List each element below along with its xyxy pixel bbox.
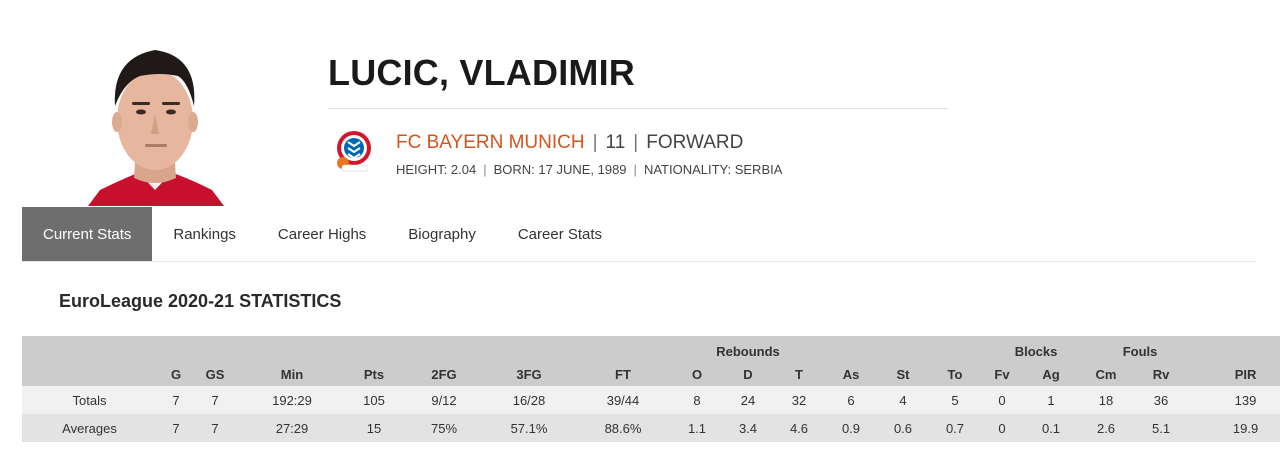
jersey-number: 11	[605, 132, 626, 153]
column-header: GS	[205, 366, 225, 382]
table-cell: 7	[172, 392, 180, 408]
column-header: O	[691, 366, 703, 382]
table-row-totals: Totals 7 7 192:29 105 9/12 16/28 39/44 8…	[22, 386, 1280, 414]
table-cell: 0.6	[893, 420, 913, 436]
table-cell: 27:29	[275, 420, 309, 436]
column-header: As	[842, 366, 860, 382]
column-header: To	[947, 366, 963, 382]
player-position: FORWARD	[646, 132, 744, 153]
column-header: Ag	[1042, 366, 1060, 382]
column-header: Cm	[1095, 366, 1117, 382]
table-cell: 36	[1153, 392, 1169, 408]
table-cell: 7	[211, 420, 219, 436]
table-cell: 18	[1098, 392, 1114, 408]
column-header: D	[743, 366, 753, 382]
table-cell: 1	[1047, 392, 1055, 408]
table-cell: 24	[740, 392, 756, 408]
section-title: EuroLeague 2020-21 STATISTICS	[59, 291, 342, 311]
column-header: St	[896, 366, 910, 382]
table-cell: 8	[693, 392, 701, 408]
club-name-link[interactable]: FC BAYERN MUNICH	[396, 132, 585, 153]
column-header: PIR	[1234, 366, 1257, 382]
table-cell: 0.1	[1041, 420, 1061, 436]
table-cell: 32	[791, 392, 807, 408]
column-header	[22, 362, 157, 386]
group-fouls: Fouls	[1122, 344, 1158, 359]
table-cell: 39/44	[606, 392, 640, 408]
table-cell: 0	[998, 420, 1006, 436]
column-header: T	[795, 366, 803, 382]
name-divider	[328, 108, 948, 109]
separator: |	[592, 132, 598, 153]
player-nationality: NATIONALITY: SERBIA	[643, 162, 783, 177]
team-info-line: FC BAYERN MUNICH | 11 | FORWARD	[396, 132, 743, 154]
table-cell: 139	[1234, 392, 1257, 408]
table-cell: 15	[366, 420, 382, 436]
table-cell: 6	[847, 392, 855, 408]
table-cell: 88.6%	[604, 420, 642, 436]
table-cell: 0.7	[945, 420, 965, 436]
table-cell: 5.1	[1151, 420, 1171, 436]
table-cell: Totals	[72, 392, 107, 408]
player-born: BORN: 17 JUNE, 1989	[493, 162, 627, 177]
separator: |	[633, 132, 639, 153]
table-cell: 7	[211, 392, 219, 408]
table-cell: 16/28	[512, 392, 546, 408]
table-group-header-row: Rebounds Blocks Fouls	[22, 336, 1280, 362]
table-cell: 4.6	[789, 420, 809, 436]
column-header: 3FG	[516, 366, 542, 382]
table-cell: 2.6	[1096, 420, 1116, 436]
tab-career-highs[interactable]: Career Highs	[257, 207, 387, 261]
table-cell: 105	[363, 392, 385, 408]
column-header: Fv	[994, 366, 1010, 382]
table-row-averages: Averages 7 7 27:29 15 75% 57.1% 88.6% 1.…	[22, 414, 1280, 442]
table-cell: 57.1%	[510, 420, 548, 436]
separator: |	[483, 162, 487, 177]
player-name: LUCIC, VLADIMIR	[328, 52, 635, 93]
tab-biography[interactable]: Biography	[387, 207, 497, 261]
player-photo	[80, 40, 230, 206]
table-cell: 4	[899, 392, 907, 408]
tab-career-stats[interactable]: Career Stats	[497, 207, 623, 261]
table-cell: 9/12	[431, 392, 457, 408]
group-rebounds: Rebounds	[716, 344, 780, 359]
table-cell: 7	[172, 420, 180, 436]
column-header: Pts	[363, 366, 385, 382]
stats-table: Rebounds Blocks Fouls G GS Min Pts 2FG 3…	[22, 336, 1280, 442]
player-meta-line: HEIGHT: 2.04 | BORN: 17 JUNE, 1989 | NATIONA…	[396, 162, 782, 177]
column-header: G	[170, 366, 182, 382]
table-cell: 192:29	[272, 392, 312, 408]
table-cell: Averages	[62, 420, 117, 436]
group-blocks: Blocks	[1014, 344, 1058, 359]
table-cell: 0	[998, 392, 1006, 408]
separator: |	[633, 162, 637, 177]
table-cell: 3.4	[738, 420, 758, 436]
table-cell: 1.1	[687, 420, 707, 436]
column-header: Rv	[1152, 366, 1170, 382]
tab-rankings[interactable]: Rankings	[152, 207, 257, 261]
column-header: Min	[280, 366, 304, 382]
player-height: HEIGHT: 2.04	[396, 162, 477, 177]
player-tabs: Current Stats Rankings Career Highs Biog…	[22, 207, 1256, 262]
table-cell: 0.9	[841, 420, 861, 436]
column-header: 2FG	[431, 366, 457, 382]
tab-current-stats[interactable]: Current Stats	[22, 207, 153, 261]
table-cell: 5	[951, 392, 959, 408]
column-header: FT	[615, 366, 631, 382]
table-cell: 75%	[430, 420, 458, 436]
table-column-header-row: G GS Min Pts 2FG 3FG FT O D T As St To F…	[22, 362, 1280, 386]
fc-bayern-munich-logo-icon	[334, 130, 374, 174]
table-cell: 19.9	[1232, 420, 1259, 436]
